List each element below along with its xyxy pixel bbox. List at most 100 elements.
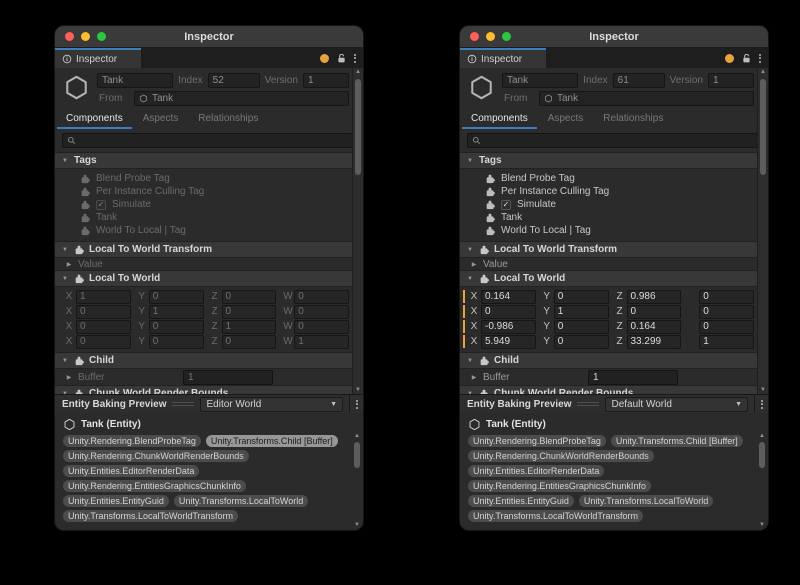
tag-row[interactable]: World To Local | Tag	[55, 224, 353, 237]
component-chip[interactable]: Unity.Transforms.LocalToWorld	[579, 495, 713, 507]
buffer-foldout[interactable]: ▶ Buffer 1	[55, 369, 353, 385]
vertical-scrollbar[interactable]: ▲ ▼	[757, 68, 768, 394]
matrix-field[interactable]: 0	[76, 335, 131, 349]
matrix-field[interactable]: 1	[699, 335, 754, 349]
matrix-field[interactable]: 0.986	[627, 290, 682, 304]
window-titlebar[interactable]: Inspector	[55, 26, 363, 48]
simulate-checkbox[interactable]	[501, 200, 511, 210]
component-chip[interactable]: Unity.Entities.EntityGuid	[468, 495, 574, 507]
version-field[interactable]: 1	[303, 73, 349, 88]
tab-components[interactable]: Components	[462, 110, 537, 129]
lock-icon[interactable]	[741, 53, 752, 64]
component-chip[interactable]: Unity.Rendering.ChunkWorldRenderBounds	[63, 450, 249, 462]
matrix-field[interactable]: 0	[554, 335, 609, 349]
component-chip[interactable]: Unity.Transforms.Child [Buffer]	[611, 435, 743, 447]
matrix-field[interactable]: 5.949	[481, 335, 536, 349]
tab-inspector[interactable]: Inspector	[55, 48, 141, 68]
component-chip[interactable]: Unity.Rendering.ChunkWorldRenderBounds	[468, 450, 654, 462]
matrix-field[interactable]: 0	[699, 320, 754, 334]
kebab-menu-icon[interactable]	[354, 54, 356, 63]
component-chip[interactable]: Unity.Rendering.EntitiesGraphicsChunkInf…	[63, 480, 246, 492]
section-local-to-world-transform[interactable]: ▼ Local To World Transform	[460, 241, 758, 258]
kebab-menu-icon[interactable]	[759, 54, 761, 63]
component-chip[interactable]: Unity.Entities.EditorRenderData	[63, 465, 199, 477]
entity-name-field[interactable]: Tank	[502, 73, 578, 88]
from-field[interactable]: Tank	[134, 91, 349, 106]
matrix-field[interactable]: 0	[294, 305, 349, 319]
matrix-field[interactable]: 0	[699, 290, 754, 304]
matrix-field[interactable]: 0.164	[481, 290, 536, 304]
matrix-field[interactable]: 0	[149, 335, 204, 349]
drag-handle-icon[interactable]	[172, 402, 194, 406]
scrollbar-thumb[interactable]	[355, 79, 361, 175]
close-window-button[interactable]	[65, 32, 74, 41]
component-chip[interactable]: Unity.Entities.EntityGuid	[63, 495, 169, 507]
section-local-to-world-transform[interactable]: ▼ Local To World Transform	[55, 241, 353, 258]
zoom-window-button[interactable]	[502, 32, 511, 41]
tag-row[interactable]: Blend Probe Tag	[55, 172, 353, 185]
matrix-field[interactable]: 0	[149, 290, 204, 304]
component-chip[interactable]: Unity.Rendering.BlendProbeTag	[468, 435, 606, 447]
tab-inspector[interactable]: Inspector	[460, 48, 546, 68]
matrix-field[interactable]: -0.986	[481, 320, 536, 334]
component-chip-selected[interactable]: Unity.Transforms.Child [Buffer]	[206, 435, 338, 447]
from-field[interactable]: Tank	[539, 91, 754, 106]
section-chunk-world-render-bounds[interactable]: ▼ Chunk World Render Bounds	[460, 385, 758, 394]
matrix-field[interactable]: 0.164	[627, 320, 682, 334]
tag-row-simulate[interactable]: Simulate	[460, 198, 758, 211]
status-dot-icon[interactable]	[320, 54, 329, 63]
matrix-field[interactable]: 1	[554, 305, 609, 319]
matrix-field[interactable]: 0	[222, 335, 277, 349]
component-chip[interactable]: Unity.Transforms.LocalToWorld	[174, 495, 308, 507]
section-local-to-world[interactable]: ▼ Local To World	[55, 270, 353, 287]
matrix-field[interactable]: 0	[627, 305, 682, 319]
section-child[interactable]: ▼ Child	[460, 352, 758, 369]
baking-menu-button[interactable]	[754, 395, 768, 413]
scrollbar-thumb[interactable]	[760, 79, 766, 175]
tag-row-simulate[interactable]: Simulate	[55, 198, 353, 211]
component-chip[interactable]: Unity.Entities.EditorRenderData	[468, 465, 604, 477]
tag-row[interactable]: Per Instance Culling Tag	[460, 185, 758, 198]
tag-row[interactable]: Per Instance Culling Tag	[55, 185, 353, 198]
matrix-field[interactable]: 0	[554, 320, 609, 334]
matrix-field[interactable]: 0	[149, 320, 204, 334]
matrix-field[interactable]: 33.299	[627, 335, 682, 349]
scrollbar-thumb[interactable]	[759, 442, 765, 468]
baking-menu-button[interactable]	[349, 395, 363, 413]
chips-scrollbar[interactable]: ▲ ▼	[758, 433, 766, 528]
zoom-window-button[interactable]	[97, 32, 106, 41]
matrix-field[interactable]: 0	[554, 290, 609, 304]
scroll-up-icon[interactable]: ▲	[353, 69, 363, 75]
scroll-up-icon[interactable]: ▲	[758, 69, 768, 75]
index-field[interactable]: 52	[208, 73, 260, 88]
tag-row[interactable]: Blend Probe Tag	[460, 172, 758, 185]
matrix-field[interactable]: 0	[294, 290, 349, 304]
section-child[interactable]: ▼ Child	[55, 352, 353, 369]
matrix-field[interactable]: 1	[76, 290, 131, 304]
component-chip[interactable]: Unity.Transforms.LocalToWorldTransform	[468, 510, 643, 522]
scrollbar-thumb[interactable]	[354, 442, 360, 468]
scroll-down-icon[interactable]: ▼	[758, 387, 768, 393]
window-titlebar[interactable]: Inspector	[460, 26, 768, 48]
close-window-button[interactable]	[470, 32, 479, 41]
index-field[interactable]: 61	[613, 73, 665, 88]
component-chip[interactable]: Unity.Rendering.EntitiesGraphicsChunkInf…	[468, 480, 651, 492]
buffer-field[interactable]: 1	[183, 370, 273, 385]
chips-scrollbar[interactable]: ▲ ▼	[353, 433, 361, 528]
tag-row[interactable]: Tank	[55, 211, 353, 224]
scroll-up-icon[interactable]: ▲	[353, 433, 361, 439]
component-chip[interactable]: Unity.Transforms.LocalToWorldTransform	[63, 510, 238, 522]
scroll-up-icon[interactable]: ▲	[758, 433, 766, 439]
tag-row[interactable]: World To Local | Tag	[460, 224, 758, 237]
matrix-field[interactable]: 0	[481, 305, 536, 319]
component-chip[interactable]: Unity.Rendering.BlendProbeTag	[63, 435, 201, 447]
scroll-down-icon[interactable]: ▼	[353, 522, 361, 528]
tab-relationships[interactable]: Relationships	[594, 110, 672, 129]
section-tags[interactable]: ▼ Tags	[460, 152, 758, 169]
matrix-field[interactable]: 1	[149, 305, 204, 319]
lock-icon[interactable]	[336, 53, 347, 64]
world-dropdown[interactable]: Default World ▼	[605, 397, 748, 412]
tab-aspects[interactable]: Aspects	[134, 110, 188, 129]
minimize-window-button[interactable]	[81, 32, 90, 41]
simulate-checkbox[interactable]	[96, 200, 106, 210]
